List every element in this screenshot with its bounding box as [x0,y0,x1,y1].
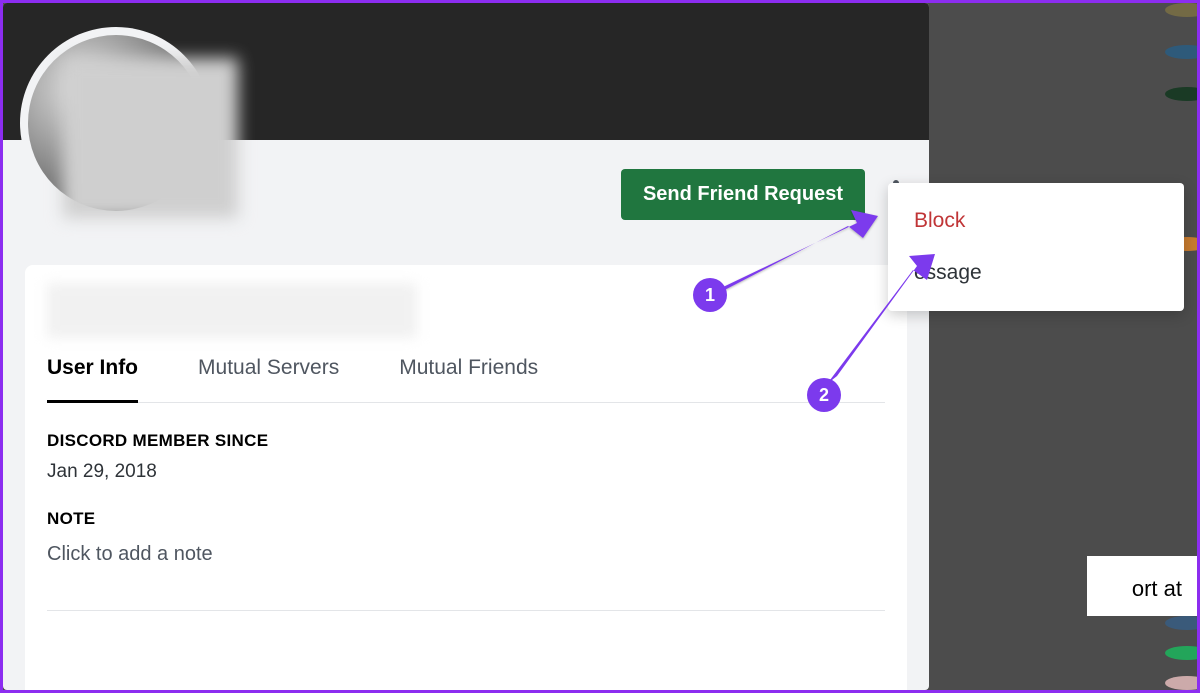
card-divider [47,610,885,611]
tab-mutual-friends[interactable]: Mutual Friends [399,352,538,402]
member-avatar[interactable] [1165,616,1200,630]
member-avatar[interactable] [1165,646,1200,660]
tab-mutual-servers[interactable]: Mutual Servers [198,352,339,402]
avatar-redacted-overlay [63,58,238,218]
profile-tabs: User Info Mutual Servers Mutual Friends [47,352,885,403]
member-since-label: DISCORD MEMBER SINCE [47,431,885,451]
annotation-arrow-2 [809,248,959,398]
annotation-badge-2: 2 [807,378,841,412]
username-redacted [47,283,417,338]
member-avatar[interactable] [1165,676,1200,690]
member-avatar[interactable] [1165,3,1200,17]
note-input[interactable]: Click to add a note [47,543,885,566]
member-avatar[interactable] [1165,45,1200,59]
member-avatar[interactable] [1165,87,1200,101]
background-text-fragment: ort at [1132,576,1182,602]
note-label: NOTE [47,509,885,529]
member-since-value: Jan 29, 2018 [47,461,885,483]
annotation-badge-1: 1 [693,278,727,312]
profile-info-card: User Info Mutual Servers Mutual Friends … [25,265,907,690]
menu-item-block[interactable]: Block [888,195,1184,247]
user-profile-modal: Send Friend Request User Info Mutual Ser… [3,3,929,690]
tab-user-info[interactable]: User Info [47,352,138,402]
